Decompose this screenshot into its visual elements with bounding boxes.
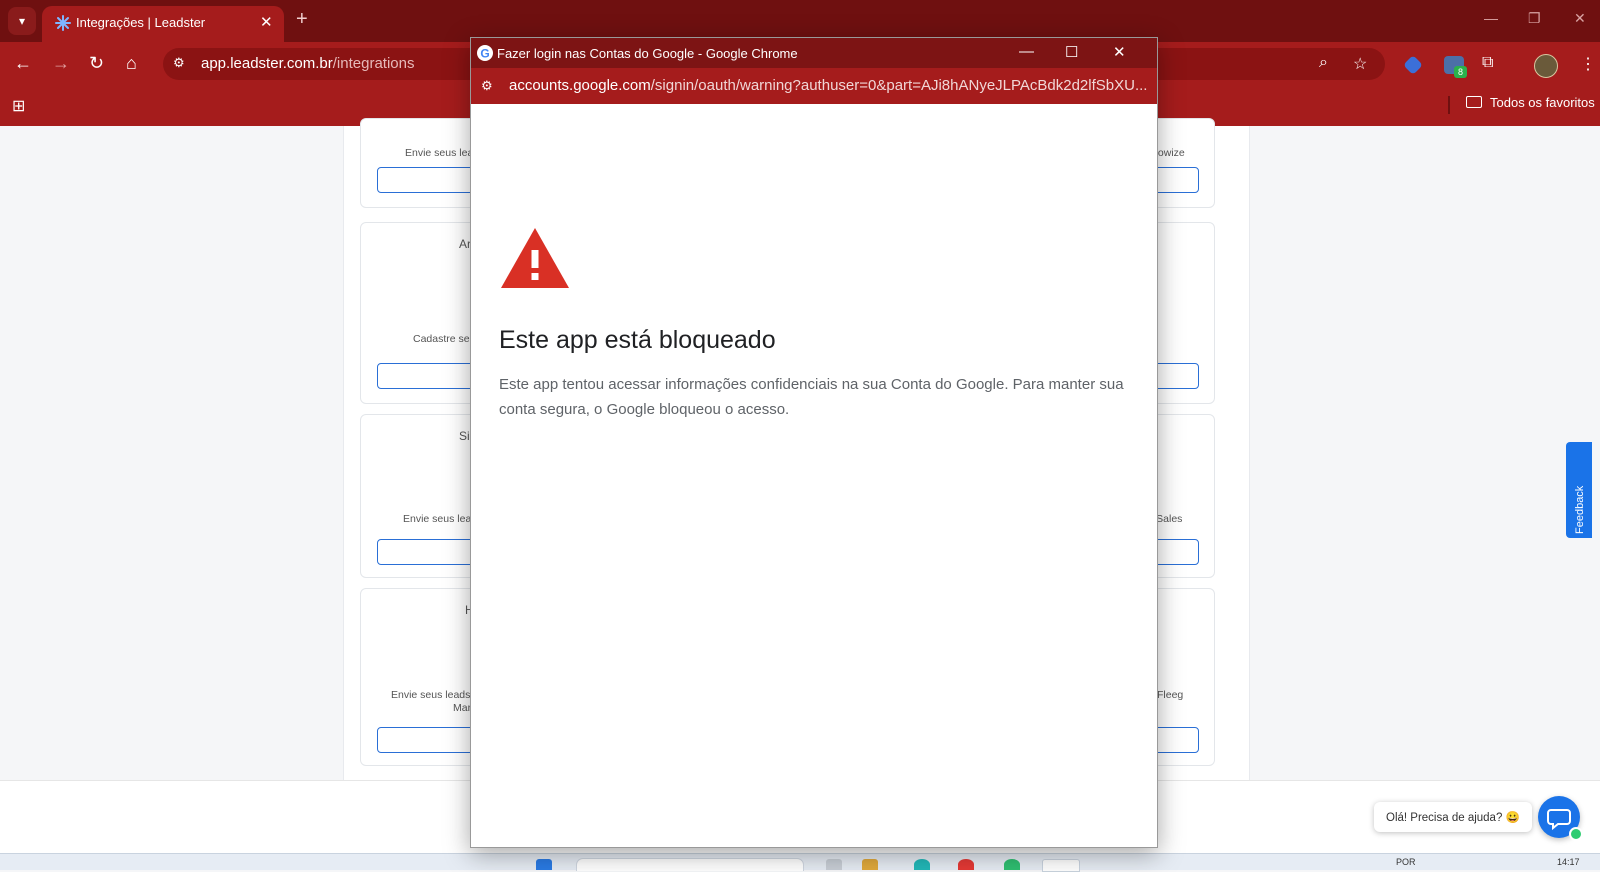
site-info-icon[interactable]: ⚙ xyxy=(481,78,493,94)
taskbar-app-icon[interactable] xyxy=(862,859,878,870)
reload-icon[interactable]: ↻ xyxy=(89,54,104,72)
online-status-dot xyxy=(1569,827,1583,841)
bookmarks-folder-all[interactable]: Todos os favoritos xyxy=(1466,95,1595,110)
taskbar-app-icon[interactable] xyxy=(826,859,842,870)
taskbar-app-icon[interactable] xyxy=(914,859,930,870)
popup-url[interactable]: accounts.google.com/signin/oauth/warning… xyxy=(509,77,1147,94)
leadster-favicon-icon xyxy=(55,15,71,31)
card-description: Envie seus lea xyxy=(403,513,472,525)
close-window-icon[interactable]: ✕ xyxy=(1574,10,1586,27)
svg-text:G: G xyxy=(480,47,489,61)
taskbar-app-icon[interactable] xyxy=(958,859,974,870)
home-icon[interactable]: ⌂ xyxy=(126,54,137,72)
site-info-icon[interactable]: ⚙ xyxy=(173,55,185,71)
google-chrome-icon: G xyxy=(477,45,493,61)
restore-icon[interactable]: ❐ xyxy=(1528,10,1541,27)
taskbar-chrome-icon[interactable] xyxy=(1042,859,1080,872)
forward-icon[interactable]: → xyxy=(52,54,70,72)
card-description: Envie seus leads xyxy=(391,689,471,701)
card-description: Cadastre se xyxy=(413,333,470,345)
os-taskbar: POR 14:17 xyxy=(0,853,1600,872)
clock[interactable]: 14:17 xyxy=(1557,857,1580,867)
tab-strip: ▾ Integrações | Leadster ✕ + — ❐ ✕ xyxy=(0,0,1600,42)
popup-address-bar: ⚙ accounts.google.com/signin/oauth/warni… xyxy=(471,68,1157,104)
maximize-icon[interactable]: ☐ xyxy=(1065,43,1078,61)
new-tab-icon[interactable]: + xyxy=(296,9,308,29)
card-description: Fleeg xyxy=(1157,689,1184,701)
feedback-label: Feedback xyxy=(1574,485,1586,534)
address-url[interactable]: app.leadster.com.br/integrations xyxy=(201,55,414,72)
popup-title-bar: G Fazer login nas Contas do Google - Goo… xyxy=(471,38,1157,68)
tag-extension-icon[interactable] xyxy=(1403,55,1423,75)
zoom-icon[interactable]: ⌕ xyxy=(1319,54,1328,72)
card-description: Envie seus lea xyxy=(405,147,474,159)
extension-badge: 8 xyxy=(1454,66,1467,78)
popup-window-title: Fazer login nas Contas do Google - Googl… xyxy=(497,46,798,61)
close-tab-icon[interactable]: ✕ xyxy=(260,13,273,31)
blocked-heading: Este app está bloqueado xyxy=(499,326,776,354)
bookmarks-divider xyxy=(1448,96,1450,114)
blocked-message: Este app tentou acessar informações conf… xyxy=(499,376,1124,418)
warning-icon xyxy=(501,228,569,288)
taskbar-app-icon[interactable] xyxy=(1004,859,1020,870)
more-menu-icon[interactable]: ⋮ xyxy=(1580,54,1596,74)
folder-icon xyxy=(1466,96,1482,108)
apps-grid-icon[interactable]: ⊞ xyxy=(12,96,25,116)
avatar[interactable] xyxy=(1534,54,1558,78)
tab-title: Integrações | Leadster xyxy=(76,15,206,30)
card-title: Si xyxy=(459,429,470,443)
google-signin-popup-window: G Fazer login nas Contas do Google - Goo… xyxy=(470,37,1158,848)
card-description: Mar xyxy=(453,702,472,714)
puzzle-extensions-icon[interactable]: ⧉ xyxy=(1482,54,1493,72)
bookmark-star-icon[interactable]: ☆ xyxy=(1353,54,1367,74)
google-g-icon: G xyxy=(480,47,489,61)
start-icon[interactable] xyxy=(536,859,552,870)
minimize-icon[interactable]: — xyxy=(1019,43,1034,60)
keyboard-language[interactable]: POR xyxy=(1396,857,1416,867)
close-icon[interactable]: ✕ xyxy=(1113,43,1126,61)
minimize-icon[interactable]: — xyxy=(1484,10,1498,26)
back-icon[interactable]: ← xyxy=(14,54,32,72)
taskbar-search[interactable] xyxy=(576,858,804,871)
tab-search-button[interactable]: ▾ xyxy=(8,7,36,35)
tab-integracoes[interactable]: Integrações | Leadster ✕ xyxy=(42,6,284,42)
chevron-down-icon: ▾ xyxy=(18,14,26,28)
chat-greeting-bubble[interactable]: Olá! Precisa de ajuda? 😀 xyxy=(1374,802,1532,832)
